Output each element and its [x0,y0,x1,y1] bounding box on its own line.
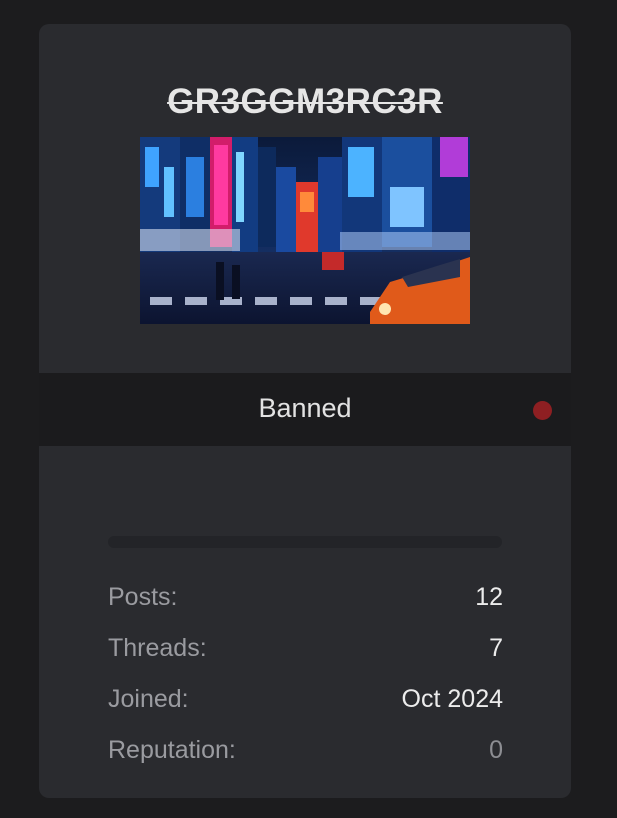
stat-row-reputation: Reputation: 0 [108,725,503,776]
stat-value[interactable]: 7 [489,634,503,663]
stat-label: Posts: [108,583,178,611]
avatar[interactable] [140,137,470,324]
progress-bar [108,536,502,548]
profile-card: GR3GGM3RC3R Banned Posts: 12 Threads: 7 … [39,24,571,798]
stat-row-posts: Posts: 12 [108,572,503,623]
status-bar: Banned [39,373,571,446]
stat-value: Oct 2024 [401,685,503,713]
stat-row-joined: Joined: Oct 2024 [108,674,503,725]
status-label: Banned [258,393,352,423]
stat-label: Joined: [108,685,189,713]
stat-label: Reputation: [108,736,236,764]
stat-label: Threads: [108,634,207,662]
stat-row-threads: Threads: 7 [108,623,503,674]
stat-value[interactable]: 0 [489,736,503,765]
city-night-street-image [140,137,470,324]
stat-value[interactable]: 12 [475,583,503,612]
stats-list: Posts: 12 Threads: 7 Joined: Oct 2024 Re… [108,572,503,776]
status-indicator-icon [533,401,552,420]
username[interactable]: GR3GGM3RC3R [39,82,571,122]
